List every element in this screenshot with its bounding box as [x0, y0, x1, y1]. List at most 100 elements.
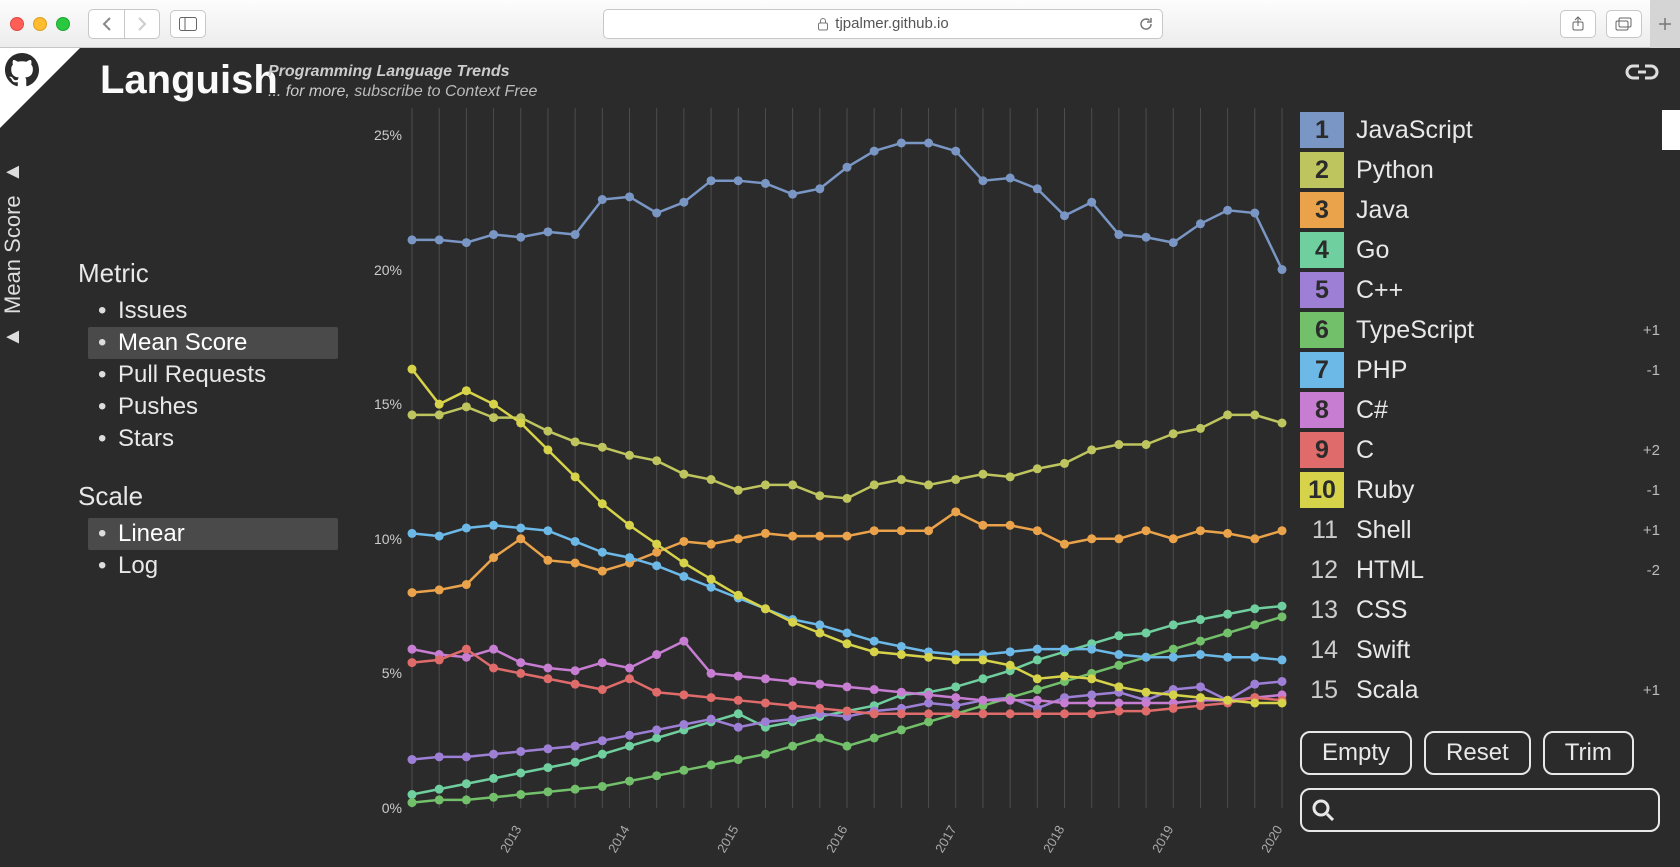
legend-row[interactable]: 5C++ [1300, 270, 1660, 310]
reset-button[interactable]: Reset [1424, 731, 1531, 775]
subscribe-link[interactable]: subscribe to Context Free [354, 83, 537, 100]
show-tabs-button[interactable] [1606, 10, 1642, 38]
rank-delta: +1 [1630, 522, 1660, 539]
metric-heading: Metric [78, 258, 338, 289]
legend-row[interactable]: 14Swift [1300, 630, 1660, 670]
rank-badge: 9 [1300, 432, 1344, 468]
share-button[interactable] [1560, 10, 1596, 38]
x-tick-label: 2016 [823, 823, 850, 856]
legend-language-name: Java [1356, 196, 1630, 225]
legend-language-name: CSS [1356, 596, 1630, 625]
legend-language-name: Python [1356, 156, 1630, 185]
legend-language-name: Shell [1356, 516, 1630, 545]
rank-badge: 8 [1300, 392, 1344, 428]
x-tick-label: 2014 [605, 823, 632, 856]
legend-scrollbar[interactable] [1662, 110, 1680, 150]
scale-option[interactable]: Log [88, 550, 338, 582]
address-host: tjpalmer.github.io [835, 15, 948, 32]
permalink-button[interactable] [1624, 62, 1660, 82]
legend-row[interactable]: 11 Shell+1 [1300, 510, 1660, 550]
legend-panel: 1JavaScript2Python3 Java 4 Go 5C++6TypeScrip… [1300, 110, 1660, 760]
legend-language-name: PHP [1356, 356, 1630, 385]
new-tab-button[interactable] [1650, 0, 1680, 48]
empty-button[interactable]: Empty [1300, 731, 1412, 775]
window-minimize-button[interactable] [33, 17, 47, 31]
search-input[interactable] [1342, 799, 1648, 822]
legend-row[interactable]: 7 PHP-1 [1300, 350, 1660, 390]
legend-row[interactable]: 8 C# [1300, 390, 1660, 430]
search-icon [1312, 799, 1334, 821]
metric-option[interactable]: Pushes [88, 391, 338, 423]
triangle-up-icon: ▲ [0, 161, 25, 183]
legend-language-name: HTML [1356, 556, 1630, 585]
x-tick-label: 2020 [1258, 823, 1285, 856]
legend-row[interactable]: 10Ruby-1 [1300, 470, 1660, 510]
rank-badge: 13 [1300, 592, 1344, 628]
scale-heading: Scale [78, 481, 338, 512]
lock-icon [817, 17, 829, 31]
y-axis-ticks: 0%5%10%15%20%25% [350, 108, 410, 853]
triangle-up-icon: ▲ [0, 326, 25, 348]
y-tick-label: 20% [374, 262, 402, 278]
legend-row[interactable]: 15 Scala+1 [1300, 670, 1660, 710]
metric-option[interactable]: Pull Requests [88, 359, 338, 391]
rank-delta: +1 [1630, 682, 1660, 699]
window-close-button[interactable] [10, 17, 24, 31]
vertical-axis-label: ▲ Mean Score ▲ [0, 161, 26, 348]
nav-button-group [88, 9, 160, 39]
x-tick-label: 2017 [932, 823, 959, 856]
x-tick-label: 2019 [1149, 823, 1176, 856]
legend-row[interactable]: 1JavaScript [1300, 110, 1660, 150]
x-tick-label: 2013 [497, 823, 524, 856]
legend-row[interactable]: 13 CSS [1300, 590, 1660, 630]
legend-language-name: TypeScript [1356, 316, 1630, 345]
rank-delta: +2 [1630, 442, 1660, 459]
line-chart [412, 108, 1282, 808]
rank-badge: 7 [1300, 352, 1344, 388]
scale-option[interactable]: Linear [88, 518, 338, 550]
legend-row[interactable]: 12HTML-2 [1300, 550, 1660, 590]
legend-row[interactable]: 3 Java [1300, 190, 1660, 230]
show-sidebar-button[interactable] [170, 10, 206, 38]
window-zoom-button[interactable] [56, 17, 70, 31]
back-button[interactable] [89, 10, 124, 38]
legend-language-name: Swift [1356, 636, 1630, 665]
legend-language-name: Go [1356, 236, 1630, 265]
metric-option[interactable]: Stars [88, 423, 338, 455]
scale-options: LinearLog [88, 518, 338, 582]
github-icon[interactable] [5, 53, 39, 87]
page-subheader: Programming Language Trends ... for more… [268, 62, 537, 102]
legend-language-name: C# [1356, 396, 1630, 425]
reload-button[interactable] [1138, 16, 1154, 32]
legend-row[interactable]: 2Python [1300, 150, 1660, 190]
y-tick-label: 0% [382, 800, 402, 816]
chart-area: 0%5%10%15%20%25% 20132014201520162017201… [350, 108, 1290, 853]
legend-row[interactable]: 9C+2 [1300, 430, 1660, 470]
rank-badge: 11 [1300, 512, 1344, 548]
x-tick-label: 2015 [714, 823, 741, 856]
y-tick-label: 15% [374, 396, 402, 412]
rank-badge: 4 [1300, 232, 1344, 268]
y-tick-label: 25% [374, 127, 402, 143]
trim-button[interactable]: Trim [1543, 731, 1634, 775]
metric-option[interactable]: Issues [88, 295, 338, 327]
legend-row[interactable]: 6TypeScript+1 [1300, 310, 1660, 350]
legend-actions: Empty Reset Trim [1300, 731, 1634, 775]
legend-language-name: Scala [1356, 676, 1630, 705]
app-body: ▲ Mean Score ▲ Languish Programming Lang… [0, 48, 1680, 867]
browser-chrome: tjpalmer.github.io [0, 0, 1680, 48]
rank-badge: 3 [1300, 192, 1344, 228]
x-axis-ticks: 20132014201520162017201820192020 [412, 813, 1282, 843]
legend-row[interactable]: 4 Go [1300, 230, 1660, 270]
address-bar[interactable]: tjpalmer.github.io [603, 9, 1163, 39]
rank-delta: -1 [1630, 362, 1660, 379]
rank-badge: 5 [1300, 272, 1344, 308]
page-header: Languish [100, 58, 278, 103]
search-wrap[interactable] [1300, 788, 1660, 832]
window-traffic-lights [10, 17, 70, 31]
rank-badge: 15 [1300, 672, 1344, 708]
metric-option[interactable]: Mean Score [88, 327, 338, 359]
metric-options: IssuesMean ScorePull RequestsPushesStars [88, 295, 338, 455]
forward-button[interactable] [124, 10, 159, 38]
tagline: Programming Language Trends [268, 62, 537, 82]
